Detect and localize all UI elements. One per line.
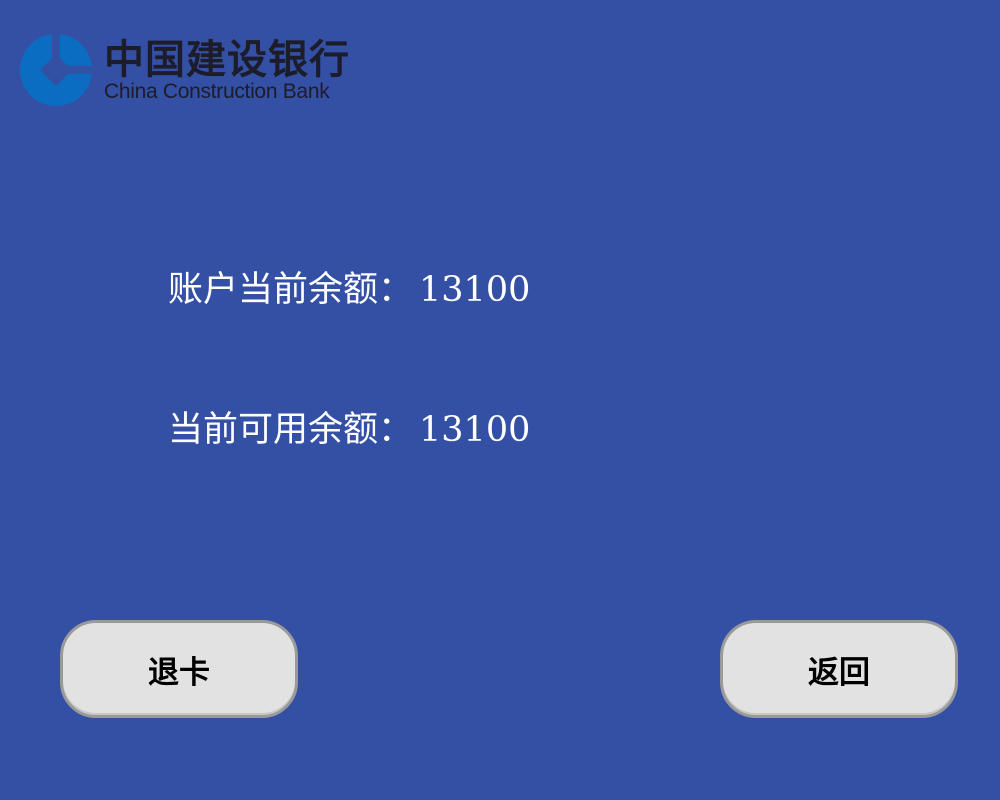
available-balance-value: 13100 xyxy=(419,410,531,450)
bank-name-english: China Construction Bank xyxy=(104,80,330,103)
current-balance-row: 账户当前余额： 13100 xyxy=(168,268,530,312)
eject-card-label: 退卡 xyxy=(148,654,210,691)
bank-logo: 中国建设银行 China Construction Bank xyxy=(18,32,438,108)
current-balance-value: 13100 xyxy=(419,270,531,310)
available-balance-label: 当前可用余额： xyxy=(168,410,414,450)
bank-name-chinese: 中国建设银行 xyxy=(104,37,350,83)
ccb-logo-icon xyxy=(20,32,94,106)
eject-card-button[interactable]: 退卡 xyxy=(60,620,298,718)
back-label: 返回 xyxy=(808,654,870,691)
current-balance-label: 账户当前余额： xyxy=(168,270,414,310)
available-balance-row: 当前可用余额： 13100 xyxy=(168,408,530,452)
back-button[interactable]: 返回 xyxy=(720,620,958,718)
